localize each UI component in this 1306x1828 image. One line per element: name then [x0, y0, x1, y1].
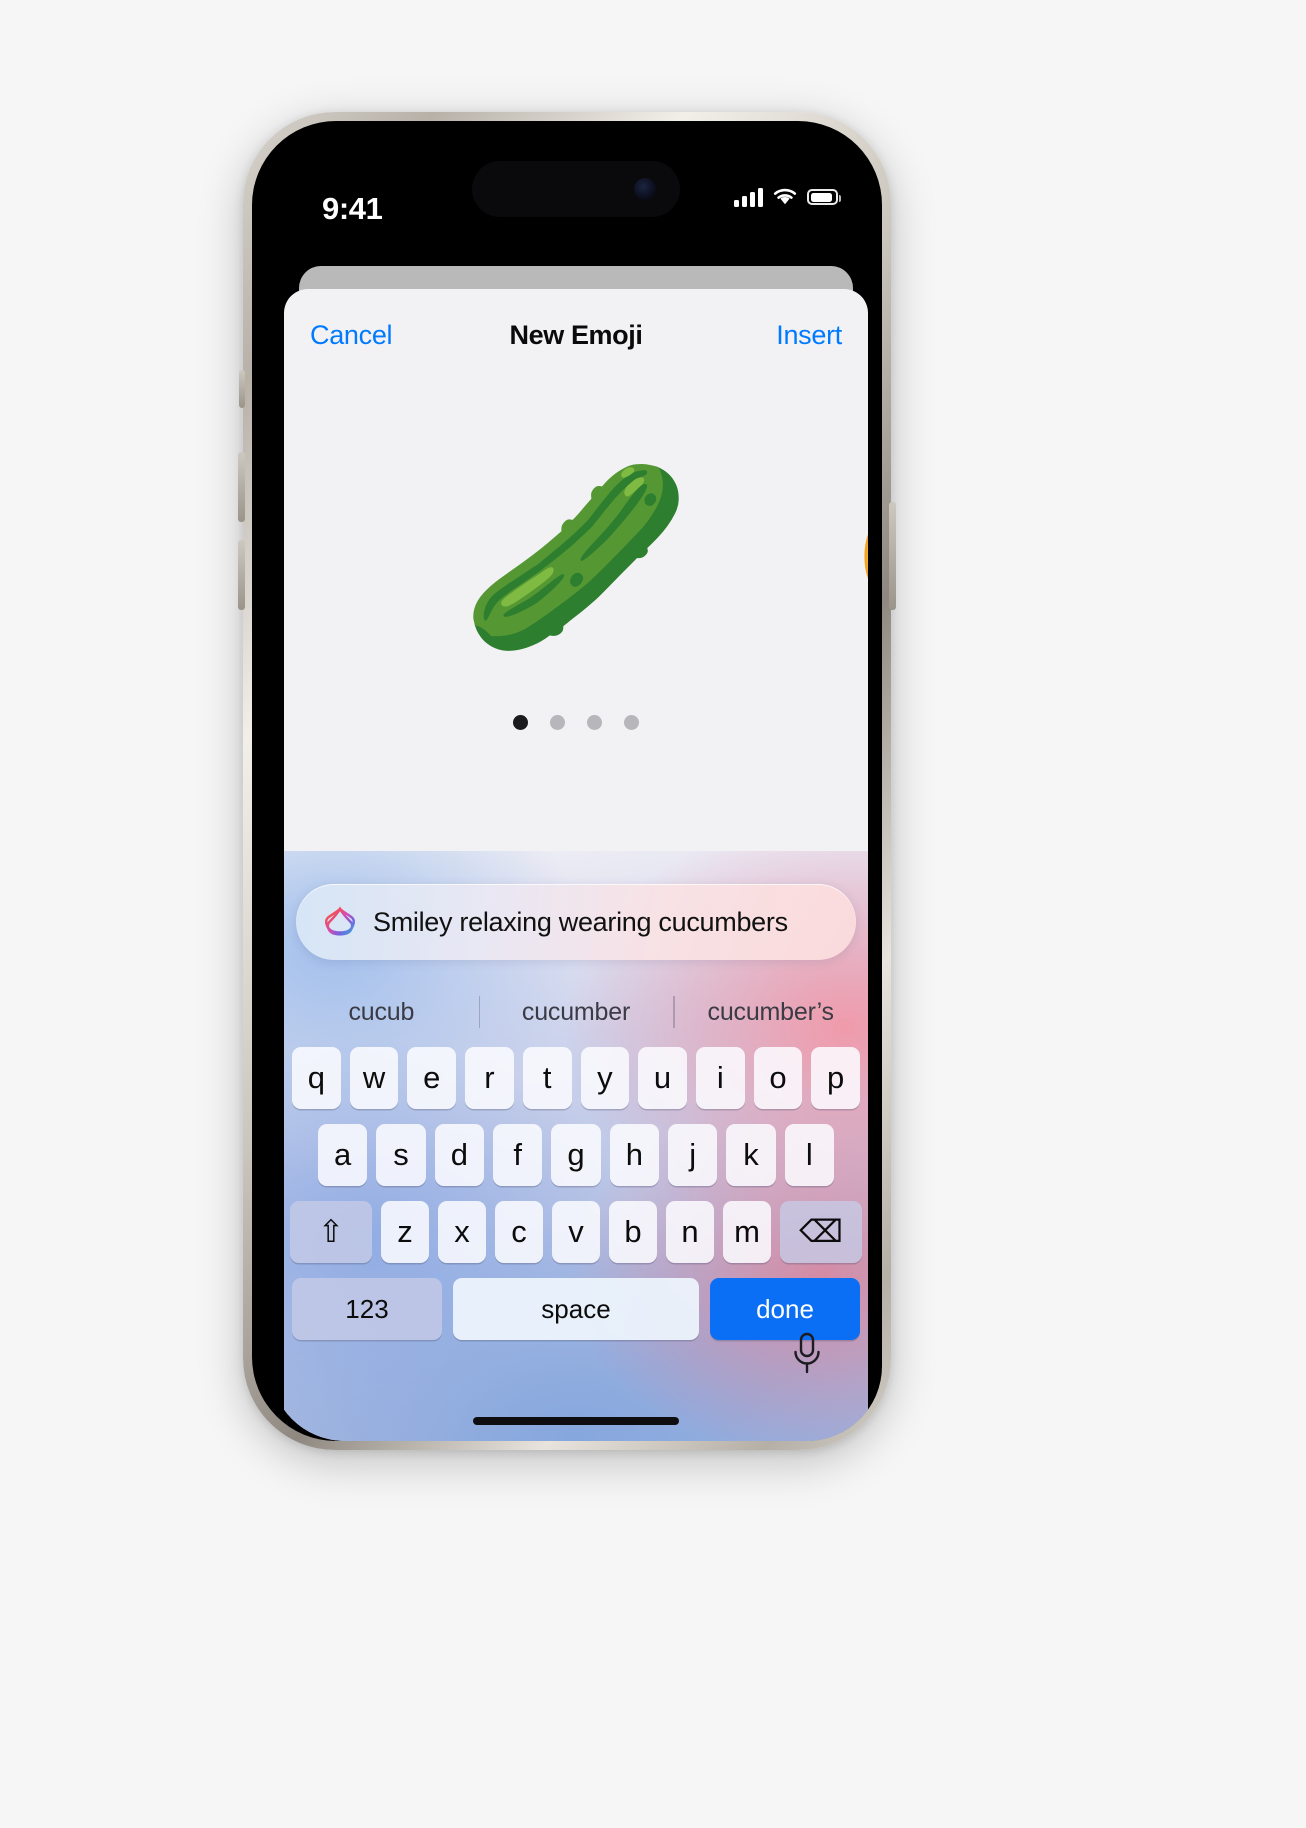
keyboard-region: Smiley relaxing wearing cucumbers cucub … [284, 851, 868, 1441]
autocorrect-suggestion-bar: cucub cucumber cucumber’s [284, 984, 868, 1040]
key-n[interactable]: n [666, 1201, 714, 1263]
device-screen: 9:41 Cancel New Emoji Insert 🥒 Smiley re… [270, 139, 882, 1441]
key-w[interactable]: w [349, 1047, 399, 1109]
suggestion-item-3[interactable]: cucumber’s [673, 998, 868, 1027]
key-f[interactable]: f [493, 1124, 543, 1186]
keyboard-row-3: ⇧ z x c v b n m ⌫ [284, 1201, 868, 1263]
silent-switch-button[interactable] [239, 370, 245, 408]
status-bar-clock: 9:41 [322, 191, 383, 226]
key-y[interactable]: y [580, 1047, 630, 1109]
key-v[interactable]: v [552, 1201, 600, 1263]
emoji-carousel-track[interactable]: 🥒 😀 [284, 465, 868, 651]
screenshot-stage: 9:41 Cancel New Emoji Insert 🥒 Smiley re… [0, 0, 1306, 1828]
key-r[interactable]: r [465, 1047, 514, 1109]
key-j[interactable]: j [667, 1124, 718, 1186]
cancel-button[interactable]: Cancel [310, 320, 393, 351]
keyboard-row-2: a s d f g h j k l [284, 1124, 868, 1186]
key-d[interactable]: d [434, 1124, 484, 1186]
key-h[interactable]: h [609, 1124, 659, 1186]
status-bar-indicators [734, 187, 841, 207]
keyboard-row-1: q w e r t y u i o p [284, 1047, 868, 1109]
microphone-icon[interactable] [790, 1331, 824, 1377]
page-dot-3[interactable] [587, 715, 602, 730]
emoji-preview-carousel[interactable]: 🥒 😀 [284, 381, 868, 851]
key-g[interactable]: g [551, 1124, 601, 1186]
sheet-navigation-bar: Cancel New Emoji Insert [284, 289, 868, 381]
cellular-signal-icon [734, 187, 763, 207]
key-b[interactable]: b [609, 1201, 657, 1263]
key-s[interactable]: s [376, 1124, 426, 1186]
key-l[interactable]: l [784, 1124, 834, 1186]
key-p[interactable]: p [811, 1047, 861, 1109]
status-bar: 9:41 [270, 139, 882, 257]
battery-icon [807, 189, 841, 205]
key-i[interactable]: i [695, 1047, 745, 1109]
key-z[interactable]: z [381, 1201, 429, 1263]
key-c[interactable]: c [495, 1201, 543, 1263]
emoji-description-value: Smiley relaxing wearing cucumbers [373, 906, 788, 937]
emoji-description-input[interactable]: Smiley relaxing wearing cucumbers [296, 884, 856, 960]
page-dot-4[interactable] [624, 715, 639, 730]
volume-down-button[interactable] [238, 540, 245, 610]
apple-intelligence-icon [325, 906, 355, 936]
insert-button[interactable]: Insert [776, 320, 842, 351]
key-k[interactable]: k [726, 1124, 776, 1186]
page-dot-2[interactable] [550, 715, 565, 730]
backspace-key[interactable]: ⌫ [780, 1201, 862, 1263]
dictation-row [284, 1331, 868, 1397]
power-button[interactable] [889, 502, 896, 610]
dynamic-island [472, 161, 680, 217]
key-x[interactable]: x [438, 1201, 486, 1263]
new-emoji-sheet: Cancel New Emoji Insert 🥒 😀 [284, 289, 868, 1441]
key-u[interactable]: u [638, 1047, 687, 1109]
suggestion-item-2[interactable]: cucumber [479, 998, 674, 1027]
key-q[interactable]: q [291, 1047, 341, 1109]
wifi-icon [773, 188, 797, 205]
emoji-preview-primary[interactable]: 🥒 [284, 465, 868, 651]
iphone-device-frame: 9:41 Cancel New Emoji Insert 🥒 Smiley re… [238, 112, 896, 1450]
key-o[interactable]: o [753, 1047, 803, 1109]
volume-up-button[interactable] [238, 452, 245, 522]
home-indicator[interactable] [473, 1417, 679, 1425]
key-e[interactable]: e [407, 1047, 457, 1109]
front-camera-icon [634, 178, 656, 200]
shift-key[interactable]: ⇧ [290, 1201, 372, 1263]
key-m[interactable]: m [723, 1201, 771, 1263]
device-bezel: 9:41 Cancel New Emoji Insert 🥒 Smiley re… [252, 121, 882, 1441]
key-a[interactable]: a [318, 1124, 368, 1186]
page-dot-1[interactable] [513, 715, 528, 730]
onscreen-keyboard[interactable]: q w e r t y u i o p a s d f g h j k l ⇧ … [284, 1047, 868, 1355]
key-t[interactable]: t [522, 1047, 572, 1109]
suggestion-item-1[interactable]: cucub [284, 998, 479, 1027]
page-indicator-dots[interactable] [284, 715, 868, 730]
